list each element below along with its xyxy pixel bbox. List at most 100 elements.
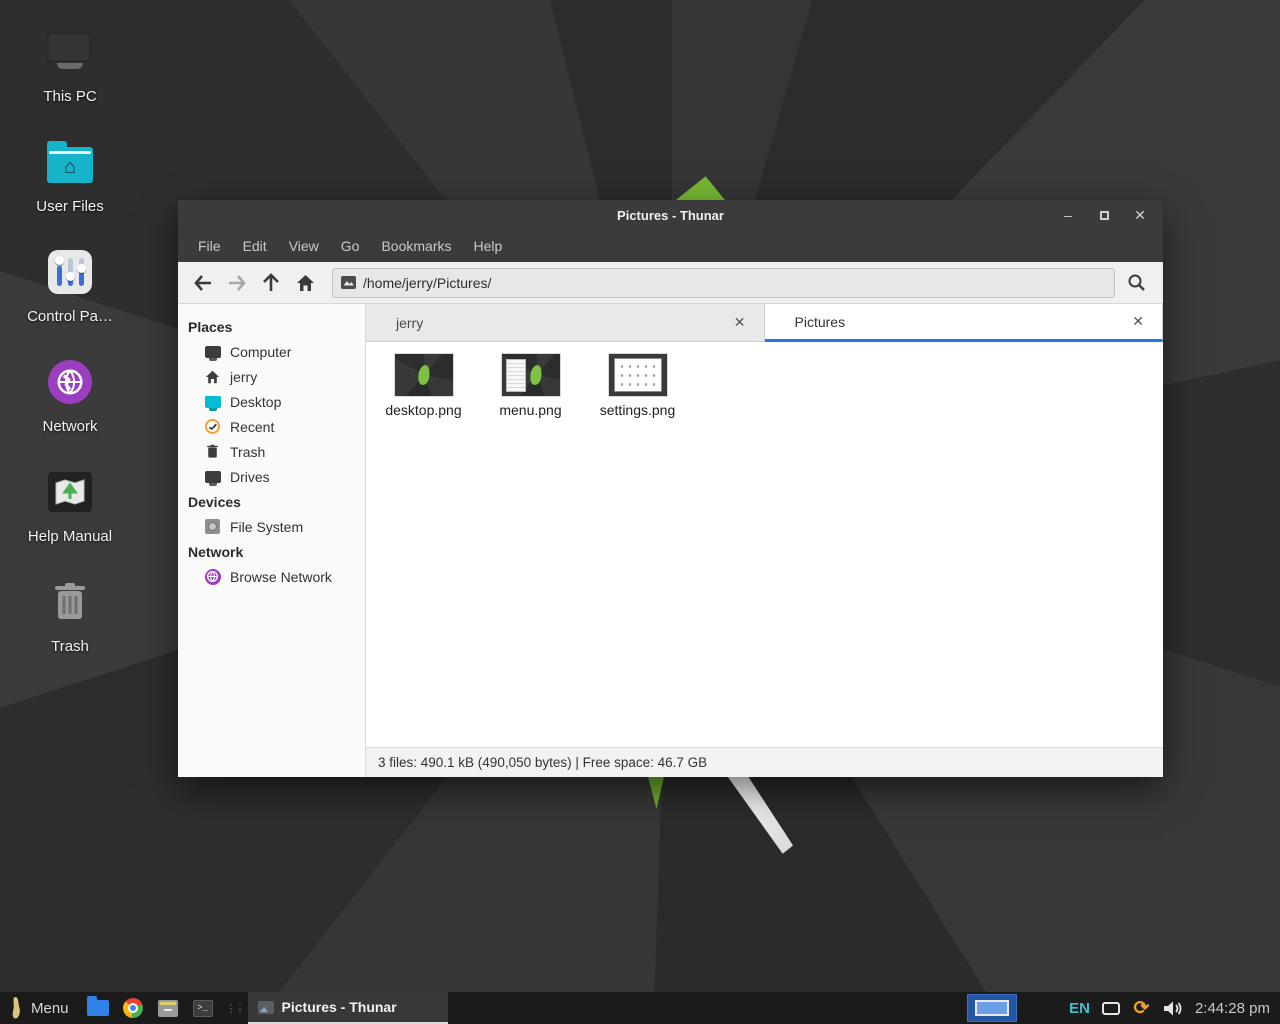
file-name: menu.png (483, 402, 578, 418)
sidebar-item-computer[interactable]: Computer (178, 339, 365, 364)
sidebar-item-trash[interactable]: Trash (178, 439, 365, 464)
maximize-button[interactable] (1093, 205, 1115, 225)
display-tray-icon[interactable] (1102, 1002, 1120, 1015)
sidebar-item-desktop[interactable]: Desktop (178, 389, 365, 414)
sidebar-item-label: Trash (230, 444, 265, 460)
file-desktop-png[interactable]: desktop.png (376, 354, 471, 418)
sidebar-item-label: File System (230, 519, 303, 535)
tab-label: Pictures (795, 314, 1127, 330)
close-button[interactable]: ✕ (1129, 205, 1151, 225)
tab-jerry[interactable]: jerry ✕ (366, 304, 765, 342)
system-tray: EN ⟳ 2:44:28 pm (1069, 999, 1280, 1018)
desktop-icon-label: Help Manual (8, 528, 132, 545)
file-manager-launcher[interactable] (87, 998, 109, 1018)
help-manual-icon (8, 464, 132, 520)
sidebar-item-label: jerry (230, 369, 257, 385)
sidebar-item-jerry[interactable]: jerry (178, 364, 365, 389)
status-text: 3 files: 490.1 kB (490,050 bytes) | Free… (378, 755, 707, 770)
tab-pictures[interactable]: Pictures ✕ (765, 304, 1164, 342)
clock[interactable]: 2:44:28 pm (1195, 1000, 1270, 1017)
trash-can-icon (8, 574, 132, 630)
menu-help[interactable]: Help (464, 233, 513, 259)
panel-separator-handle[interactable]: ⋮⋮ (222, 992, 248, 1024)
desktop-icon-trash[interactable]: Trash (8, 574, 132, 655)
tab-close-icon[interactable]: ✕ (728, 312, 752, 333)
window-titlebar[interactable]: Pictures - Thunar – ✕ (178, 200, 1163, 230)
desktop-icon-user-files[interactable]: ⌂ User Files (8, 134, 132, 215)
desktop-icon-label: This PC (8, 88, 132, 105)
location-folder-icon (341, 276, 356, 289)
taskbar: Menu >_ ⋮⋮ Pictures - Thunar EN ⟳ 2:44:2… (0, 992, 1280, 1024)
desktop-icon-this-pc[interactable]: This PC (8, 24, 132, 105)
search-icon (1127, 273, 1146, 292)
desktop-icon-label: Network (8, 418, 132, 435)
tab-label: jerry (396, 315, 728, 331)
desktop-icon-label: Control Pa… (8, 308, 132, 325)
location-path: /home/jerry/Pictures/ (363, 275, 491, 291)
menu-label: Menu (31, 1000, 69, 1017)
back-button[interactable] (188, 268, 218, 298)
chrome-icon (123, 998, 143, 1018)
status-bar: 3 files: 490.1 kB (490,050 bytes) | Free… (366, 747, 1163, 777)
forward-button[interactable] (222, 268, 252, 298)
quick-launchers: >_ (79, 998, 222, 1018)
sidebar-item-drives[interactable]: Drives (178, 464, 365, 489)
tab-close-icon[interactable]: ✕ (1126, 311, 1150, 332)
task-window-title: Pictures - Thunar (282, 999, 397, 1015)
network-globe-icon (8, 354, 132, 410)
taskbar-window-button[interactable]: Pictures - Thunar (248, 992, 448, 1024)
archive-launcher[interactable] (157, 998, 179, 1018)
archive-cabinet-icon (158, 1000, 178, 1017)
desktop-icon-network[interactable]: Network (8, 354, 132, 435)
desktop-icon-control-panel[interactable]: Control Pa… (8, 244, 132, 325)
browser-launcher[interactable] (122, 998, 144, 1018)
menu-bar: File Edit View Go Bookmarks Help (178, 230, 1163, 262)
sidebar-header-devices: Devices (178, 489, 365, 514)
location-bar[interactable]: /home/jerry/Pictures/ (332, 268, 1115, 298)
terminal-launcher[interactable]: >_ (192, 998, 214, 1018)
minimize-button[interactable]: – (1057, 205, 1079, 225)
sidebar-item-browse-network[interactable]: Browse Network (178, 564, 365, 589)
sidebar-item-label: Computer (230, 344, 291, 360)
menu-view[interactable]: View (279, 233, 329, 259)
file-view[interactable]: desktop.png menu.png settings.png (366, 342, 1163, 747)
search-button[interactable] (1119, 268, 1153, 298)
desktop-icon-help-manual[interactable]: Help Manual (8, 464, 132, 545)
sidebar-item-file-system[interactable]: File System (178, 514, 365, 539)
desktop-icon-label: Trash (8, 638, 132, 655)
file-menu-png[interactable]: menu.png (483, 354, 578, 418)
up-button[interactable] (256, 268, 286, 298)
keyboard-layout-indicator[interactable]: EN (1069, 1000, 1090, 1017)
sidebar-item-label: Desktop (230, 394, 281, 410)
updates-tray-icon[interactable]: ⟳ (1132, 999, 1151, 1018)
main-pane: jerry ✕ Pictures ✕ desktop.png menu.png (366, 304, 1163, 777)
tab-bar: jerry ✕ Pictures ✕ (366, 304, 1163, 342)
workspace-switcher[interactable] (967, 994, 1017, 1022)
home-button[interactable] (290, 268, 320, 298)
drives-icon (204, 468, 221, 485)
up-arrow-icon (263, 273, 279, 293)
home-icon (204, 368, 221, 385)
volume-icon[interactable] (1163, 1000, 1183, 1017)
file-name: settings.png (590, 402, 685, 418)
sidebar-item-label: Drives (230, 469, 270, 485)
menu-file[interactable]: File (188, 233, 231, 259)
desktop-icon-label: User Files (8, 198, 132, 215)
applications-menu-button[interactable]: Menu (0, 992, 79, 1024)
file-thumbnail (395, 354, 453, 396)
browse-network-globe-icon (204, 568, 221, 585)
menu-edit[interactable]: Edit (233, 233, 277, 259)
trash-icon (204, 443, 221, 460)
recent-clock-icon (204, 418, 221, 435)
file-settings-png[interactable]: settings.png (590, 354, 685, 418)
terminal-icon: >_ (193, 1000, 213, 1017)
sidebar-item-label: Recent (230, 419, 274, 435)
window-title: Pictures - Thunar (178, 208, 1163, 223)
filesystem-drive-icon (204, 518, 221, 535)
menu-bookmarks[interactable]: Bookmarks (371, 233, 461, 259)
menu-go[interactable]: Go (331, 233, 370, 259)
file-thumbnail (502, 354, 560, 396)
sidebar-header-places: Places (178, 314, 365, 339)
sidebar-item-recent[interactable]: Recent (178, 414, 365, 439)
menu-logo-icon (8, 996, 23, 1020)
